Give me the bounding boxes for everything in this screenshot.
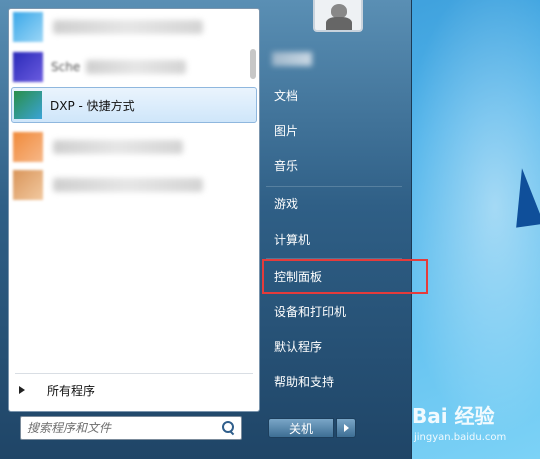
all-programs-label: 所有程序: [47, 383, 96, 398]
menu-item-default-programs[interactable]: 默认程序: [264, 331, 404, 361]
program-icon: [13, 52, 43, 82]
search-box[interactable]: [20, 416, 242, 440]
blurred-label: [86, 60, 187, 74]
programs-pane: Sche DXP - 快捷方式 所有程序: [8, 8, 260, 412]
all-programs-item[interactable]: 所有程序: [9, 375, 259, 405]
pinned-program-2[interactable]: Sche: [9, 49, 259, 85]
chevron-right-icon: [344, 424, 349, 432]
pinned-program-4[interactable]: [9, 129, 259, 165]
user-avatar[interactable]: [313, 0, 363, 32]
program-icon: [13, 170, 43, 200]
watermark: Bai 经验 jingyan.baidu.com: [412, 400, 540, 456]
highlight-annotation: [262, 259, 428, 294]
program-label: DXP - 快捷方式: [50, 98, 135, 113]
dxp-icon: [14, 91, 42, 119]
menu-item-pictures[interactable]: 图片: [264, 115, 404, 145]
menu-item-music[interactable]: 音乐: [264, 150, 404, 180]
program-dxp-shortcut[interactable]: DXP - 快捷方式: [11, 87, 257, 123]
search-input[interactable]: [27, 418, 220, 438]
watermark-logo: Bai 经验: [412, 404, 495, 428]
blurred-label: [53, 140, 183, 154]
shutdown-options-button[interactable]: [336, 418, 356, 438]
blurred-label: [53, 20, 203, 34]
shutdown-button[interactable]: 关机: [268, 418, 334, 438]
menu-item-computer[interactable]: 计算机: [264, 224, 404, 254]
menu-item-documents[interactable]: 文档: [264, 80, 404, 110]
menu-item-games[interactable]: 游戏: [264, 188, 404, 218]
menu-item-help-support[interactable]: 帮助和支持: [264, 366, 404, 396]
user-icon: [331, 4, 347, 18]
pinned-program-1[interactable]: [9, 9, 259, 45]
user-name-blurred[interactable]: [272, 52, 312, 66]
program-icon: [13, 12, 43, 42]
wallpaper-glow: [390, 0, 540, 459]
program-label: Sche: [51, 60, 81, 74]
blurred-label: [53, 178, 203, 192]
search-icon[interactable]: [220, 420, 236, 436]
watermark-url: jingyan.baidu.com: [414, 432, 507, 443]
menu-item-devices-printers[interactable]: 设备和打印机: [264, 296, 404, 326]
divider: [15, 373, 253, 374]
arrow-right-icon: [19, 386, 25, 394]
scrollbar-thumb[interactable]: [250, 49, 256, 79]
pinned-program-5[interactable]: [9, 167, 259, 203]
start-menu: Sche DXP - 快捷方式 所有程序 文档 图片 音乐 游: [0, 0, 428, 459]
program-icon: [13, 132, 43, 162]
divider: [266, 186, 402, 187]
